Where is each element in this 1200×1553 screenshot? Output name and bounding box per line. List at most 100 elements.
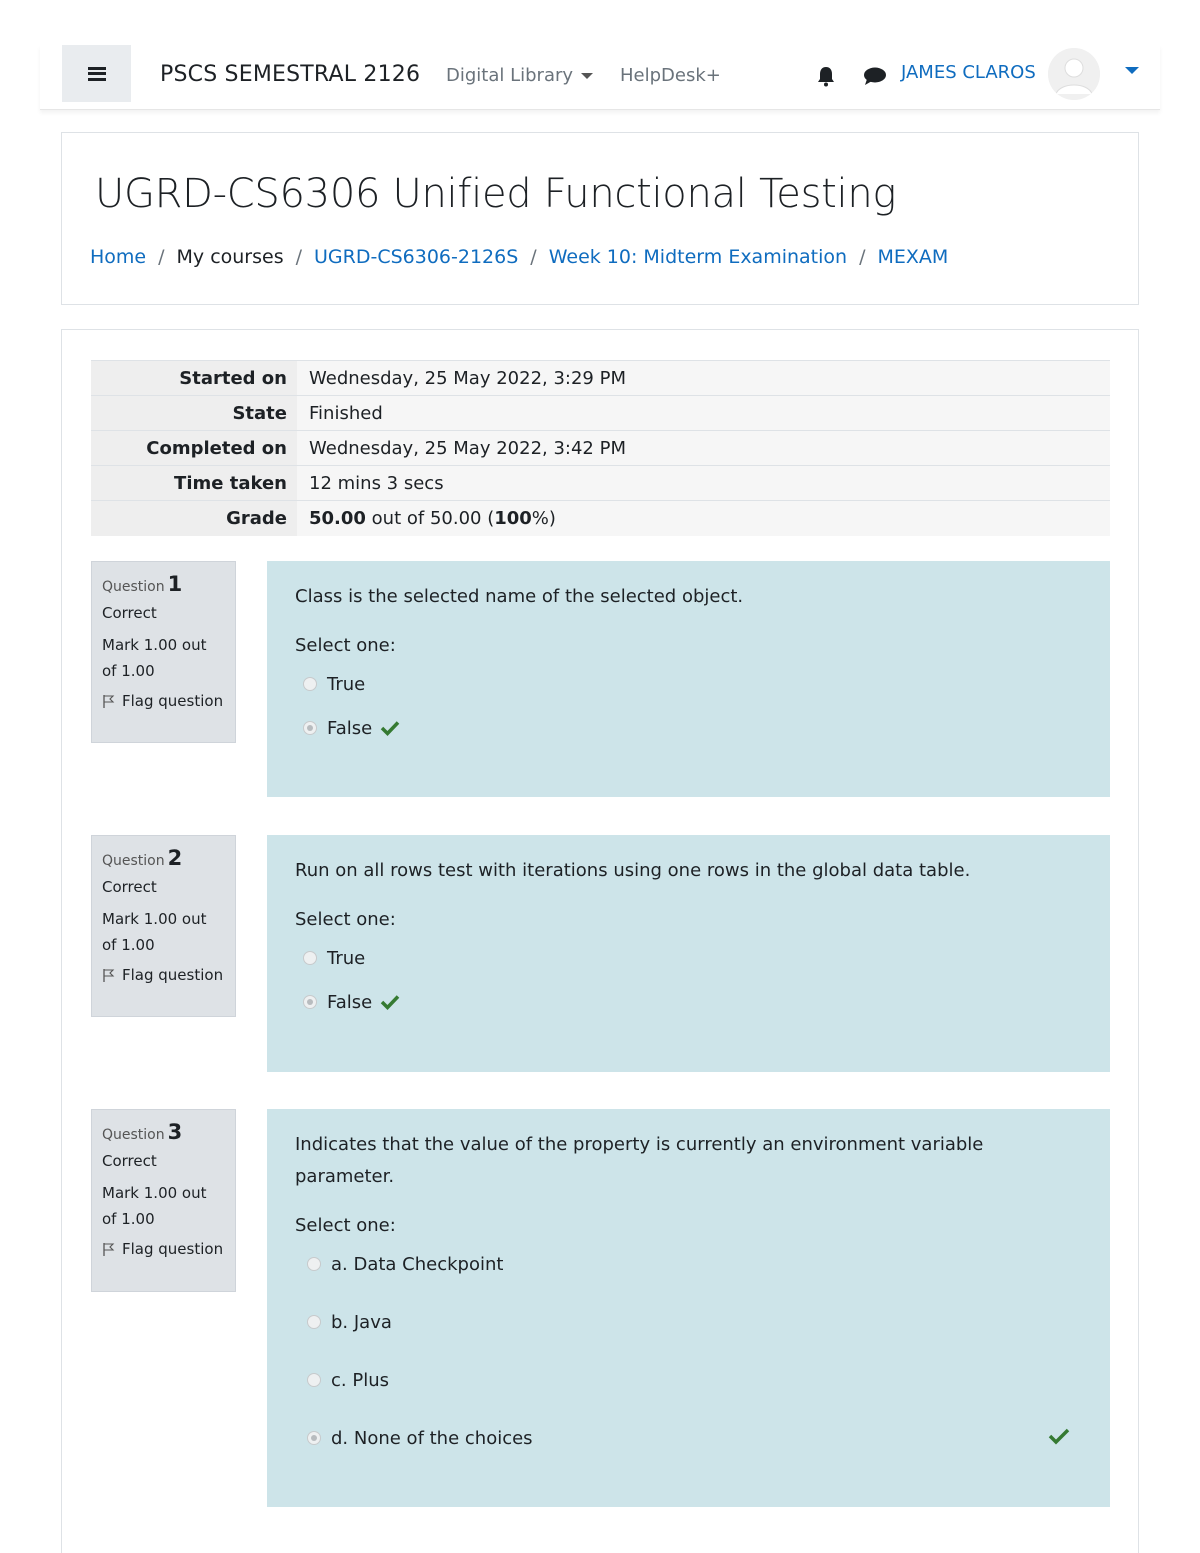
- time-taken-label: Time taken: [91, 465, 297, 501]
- breadcrumb-separator: /: [530, 246, 537, 268]
- digital-library-menu[interactable]: Digital Library: [446, 65, 594, 86]
- question-text: Indicates that the value of the property…: [295, 1134, 984, 1187]
- question-info: Question 2 Correct Mark 1.00 out of 1.00 …: [91, 835, 236, 1017]
- flag-question-link[interactable]: Flag question: [102, 692, 225, 710]
- answer-options: True False: [295, 668, 1082, 744]
- question-number-value: 2: [167, 846, 183, 870]
- quiz-review: Started on Wednesday, 25 May 2022, 3:29 …: [61, 329, 1139, 1553]
- radio-button-selected[interactable]: [303, 721, 317, 735]
- breadcrumb-section[interactable]: Week 10: Midterm Examination: [549, 246, 847, 268]
- question-text: Class is the selected name of the select…: [295, 586, 744, 607]
- question-grade: Mark 1.00 out of 1.00: [102, 1184, 207, 1228]
- answer-option-false[interactable]: False: [295, 986, 1082, 1018]
- state-label: State: [91, 395, 297, 431]
- question-state: Correct: [102, 878, 157, 896]
- table-row: Time taken 12 mins 3 secs: [91, 465, 1110, 501]
- radio-button-selected[interactable]: [307, 1431, 321, 1445]
- breadcrumb-course[interactable]: UGRD-CS6306-2126S: [314, 246, 518, 268]
- page-header: UGRD-CS6306 Unified Functional Testing H…: [61, 132, 1139, 305]
- grade-score: 50.00: [309, 507, 366, 529]
- caret-down-icon[interactable]: [1125, 67, 1139, 74]
- grade-percent: 100: [494, 507, 532, 529]
- question-grade: Mark 1.00 out of 1.00: [102, 636, 207, 680]
- flag-icon: [103, 968, 115, 982]
- breadcrumb-my-courses: My courses: [176, 246, 284, 268]
- question-number: Question 2: [102, 846, 225, 870]
- select-one-prompt: Select one:: [295, 635, 396, 656]
- option-label: True: [327, 673, 366, 695]
- answer-option-true[interactable]: True: [295, 668, 1082, 700]
- radio-button-selected[interactable]: [303, 995, 317, 1009]
- breadcrumb-separator: /: [295, 246, 303, 268]
- flag-question-link[interactable]: Flag question: [102, 966, 225, 984]
- page-title: UGRD-CS6306 Unified Functional Testing: [95, 171, 897, 217]
- option-label: b. Java: [331, 1311, 392, 1333]
- radio-button[interactable]: [307, 1315, 321, 1329]
- started-on-label: Started on: [91, 360, 297, 396]
- answer-options: a. Data Checkpoint b. Java c. Plus d. No…: [295, 1248, 1082, 1454]
- radio-button[interactable]: [307, 1257, 321, 1271]
- menu-button[interactable]: [62, 45, 131, 102]
- question-text: Run on all rows test with iterations usi…: [295, 860, 971, 881]
- table-row: Completed on Wednesday, 25 May 2022, 3:4…: [91, 430, 1110, 466]
- helpdesk-link[interactable]: HelpDesk+: [620, 65, 721, 86]
- breadcrumb-separator: /: [158, 246, 165, 268]
- question-state: Correct: [102, 1152, 157, 1170]
- question-info: Question 3 Correct Mark 1.00 out of 1.00 …: [91, 1109, 236, 1292]
- completed-on-value: Wednesday, 25 May 2022, 3:42 PM: [297, 430, 1110, 466]
- table-row: Started on Wednesday, 25 May 2022, 3:29 …: [91, 360, 1110, 396]
- flag-icon: [103, 694, 115, 708]
- avatar[interactable]: [1048, 48, 1100, 100]
- grade-end: %): [531, 507, 556, 529]
- table-row: Grade 50.00 out of 50.00 (100%): [91, 500, 1110, 536]
- question-label: Question: [102, 579, 165, 595]
- user-name[interactable]: JAMES CLAROS: [901, 62, 1036, 83]
- option-label: True: [327, 947, 366, 969]
- option-label: d. None of the choices: [331, 1427, 533, 1449]
- completed-on-label: Completed on: [91, 430, 297, 466]
- answer-option-d[interactable]: d. None of the choices: [295, 1422, 1082, 1454]
- flag-icon: [103, 1242, 115, 1256]
- radio-button[interactable]: [303, 677, 317, 691]
- option-label: False: [327, 717, 373, 739]
- answer-option-b[interactable]: b. Java: [295, 1306, 1082, 1338]
- radio-button[interactable]: [307, 1373, 321, 1387]
- navbar: PSCS SEMESTRAL 2126 Digital Library Help…: [40, 45, 1160, 110]
- correct-check-icon: [380, 721, 400, 736]
- answer-option-true[interactable]: True: [295, 942, 1082, 974]
- breadcrumb: Home / My courses / UGRD-CS6306-2126S / …: [90, 246, 948, 268]
- grade-value: 50.00 out of 50.00 (100%): [297, 500, 1110, 536]
- answer-option-a[interactable]: a. Data Checkpoint: [295, 1248, 1082, 1280]
- question-number-value: 3: [167, 1120, 183, 1144]
- question-info: Question 1 Correct Mark 1.00 out of 1.00 …: [91, 561, 236, 743]
- question-content: Run on all rows test with iterations usi…: [267, 835, 1110, 1072]
- radio-button[interactable]: [303, 951, 317, 965]
- question-number: Question 1: [102, 572, 225, 596]
- answer-option-false[interactable]: False: [295, 712, 1082, 744]
- flag-question-label: Flag question: [122, 692, 224, 710]
- option-label: False: [327, 991, 373, 1013]
- correct-check-icon: [1048, 1428, 1070, 1445]
- chat-icon[interactable]: [862, 65, 888, 87]
- menu-icon: [87, 66, 106, 81]
- option-label: c. Plus: [331, 1369, 389, 1391]
- flag-question-link[interactable]: Flag question: [102, 1240, 225, 1258]
- question-state: Correct: [102, 604, 157, 622]
- question-content: Class is the selected name of the select…: [267, 561, 1110, 797]
- correct-check-icon: [380, 995, 400, 1010]
- grade-out-of: out of 50.00 (: [371, 507, 495, 529]
- question-label: Question: [102, 853, 165, 869]
- question-number-value: 1: [167, 572, 183, 596]
- breadcrumb-home[interactable]: Home: [90, 246, 146, 268]
- question-content: Indicates that the value of the property…: [267, 1109, 1110, 1507]
- flag-question-label: Flag question: [122, 1240, 224, 1258]
- site-name[interactable]: PSCS SEMESTRAL 2126: [160, 62, 420, 87]
- digital-library-label: Digital Library: [446, 65, 574, 86]
- question-label: Question: [102, 1127, 165, 1143]
- breadcrumb-quiz[interactable]: MEXAM: [877, 246, 948, 268]
- answer-option-c[interactable]: c. Plus: [295, 1364, 1082, 1396]
- question-number: Question 3: [102, 1120, 225, 1144]
- select-one-prompt: Select one:: [295, 909, 396, 930]
- bell-icon[interactable]: [815, 65, 837, 87]
- breadcrumb-separator: /: [859, 246, 866, 268]
